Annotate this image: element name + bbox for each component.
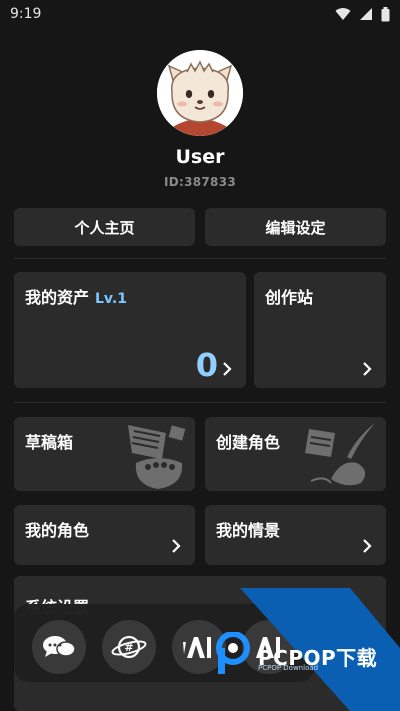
edit-settings-button[interactable]: 编辑设定 (205, 208, 386, 246)
user-id: ID:387833 (163, 175, 237, 189)
create-character-card[interactable]: 创建角色 (205, 417, 386, 491)
my-scenes-title: 我的情景 (216, 521, 281, 540)
creation-station-title: 创作站 (265, 288, 314, 307)
creation-station-card[interactable]: 创作站 (254, 272, 386, 388)
personal-home-button[interactable]: 个人主页 (14, 208, 195, 246)
chat-bubbles-icon[interactable] (32, 620, 86, 674)
status-bar: 9:19 (0, 0, 400, 28)
my-scenes-card[interactable]: 我的情景 (205, 505, 386, 565)
my-characters-title: 我的角色 (25, 521, 90, 540)
hashtag-planet-icon[interactable]: # (102, 620, 156, 674)
chevron-right-icon (223, 362, 232, 376)
pcpop-logo-icon (216, 632, 250, 674)
watermark-subtext: PCPOP Download (258, 664, 319, 672)
divider (14, 402, 386, 403)
chevron-right-icon (363, 362, 372, 376)
signal-icon (360, 8, 372, 20)
svg-text:#: # (124, 641, 133, 654)
avatar[interactable] (157, 50, 243, 136)
drafts-card[interactable]: 草稿箱 (14, 417, 195, 491)
level-badge: Lv.1 (95, 291, 127, 307)
wifi-icon (335, 8, 351, 20)
divider (14, 258, 386, 259)
assets-title-text: 我的资产 (25, 288, 90, 307)
chevron-right-icon (172, 539, 181, 553)
asset-value: 0 (195, 346, 218, 384)
draft-box-illustration (128, 425, 186, 489)
avatar-illustration (157, 50, 243, 136)
username: User (175, 146, 225, 168)
battery-icon (381, 6, 390, 21)
status-icons (335, 6, 390, 22)
quill-illustration (305, 423, 375, 486)
my-characters-card[interactable]: 我的角色 (14, 505, 195, 565)
create-character-title: 创建角色 (216, 433, 281, 452)
drafts-title: 草稿箱 (25, 433, 74, 452)
status-time: 9:19 (10, 6, 42, 22)
chevron-right-icon (363, 539, 372, 553)
assets-card[interactable]: 我的资产 Lv.1 0 (14, 272, 246, 388)
assets-title: 我的资产 Lv.1 (25, 284, 127, 308)
